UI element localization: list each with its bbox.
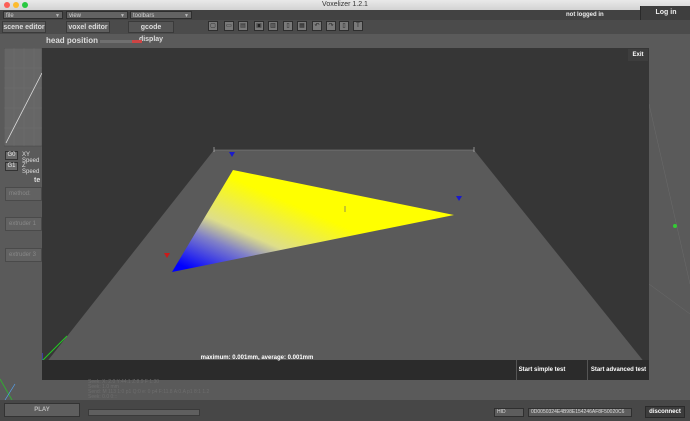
dialog-title: head position [46,36,98,45]
port-value: HID [497,409,506,415]
file-menu-label: file [6,13,14,19]
play-button[interactable]: PLAY [4,403,80,417]
console-log: Seek: X: 2.0 Y:44.1 Z:8.9 F 1:30 Seek: 1… [88,380,209,400]
head-position-dialog [41,48,649,380]
open-icon[interactable]: ▢ [208,21,218,31]
login-button[interactable]: Log in [640,6,690,20]
undo-icon[interactable]: ↶ [312,21,322,31]
document-icon[interactable]: ▯ [283,21,293,31]
bed-viewport[interactable] [41,48,649,380]
folder-icon[interactable]: ▭ [224,21,234,31]
exit-button[interactable]: Exit [628,49,648,61]
view-menu-label: view [69,13,82,19]
chevron-down-icon: ▼ [120,13,125,19]
start-advanced-test-button[interactable]: Start advanced test [587,360,649,380]
save-icon[interactable]: ▤ [238,21,248,31]
document-icon[interactable]: ▯ [339,21,349,31]
chevron-down-icon: ▼ [55,13,60,19]
device-select[interactable]: 0D0050324E4B98E154246AF8F50020C6 [528,408,632,417]
chevron-down-icon: ▼ [184,13,189,19]
toolbars-menu-dropdown[interactable]: toolbars ▼ [130,11,192,19]
redo-icon[interactable]: ↷ [326,21,336,31]
tab-gcode-display[interactable]: gcode display [128,21,174,43]
window-title: Voxelizer 1.2.1 [322,1,368,8]
deviation-stats: maximum: 0.001mm, average: 0.001mm [200,355,314,361]
user-status: not logged in [566,12,604,18]
print-bed [42,150,649,368]
start-simple-test-button[interactable]: Start simple test [516,360,567,380]
tab-scene-editor[interactable]: scene editor [2,21,46,33]
export-icon[interactable]: ▣ [254,21,264,31]
view-menu-dropdown[interactable]: view ▼ [66,11,128,19]
device-value: 0D0050324E4B98E154246AF8F50020C6 [531,409,625,415]
status-indicator-icon [673,224,677,228]
tab-voxel-editor[interactable]: voxel editor [66,21,110,33]
file-menu-dropdown[interactable]: file ▼ [3,11,63,19]
print-progress-bar [88,409,200,416]
print-icon[interactable]: ▦ [297,21,307,31]
disconnect-button[interactable]: disconnect [645,406,685,418]
port-select[interactable]: HID [494,408,524,417]
folder-open-icon[interactable]: ▥ [268,21,278,31]
text-icon[interactable]: T [353,21,363,31]
title-marker [132,40,142,43]
toolbars-menu-label: toolbars [133,13,155,19]
